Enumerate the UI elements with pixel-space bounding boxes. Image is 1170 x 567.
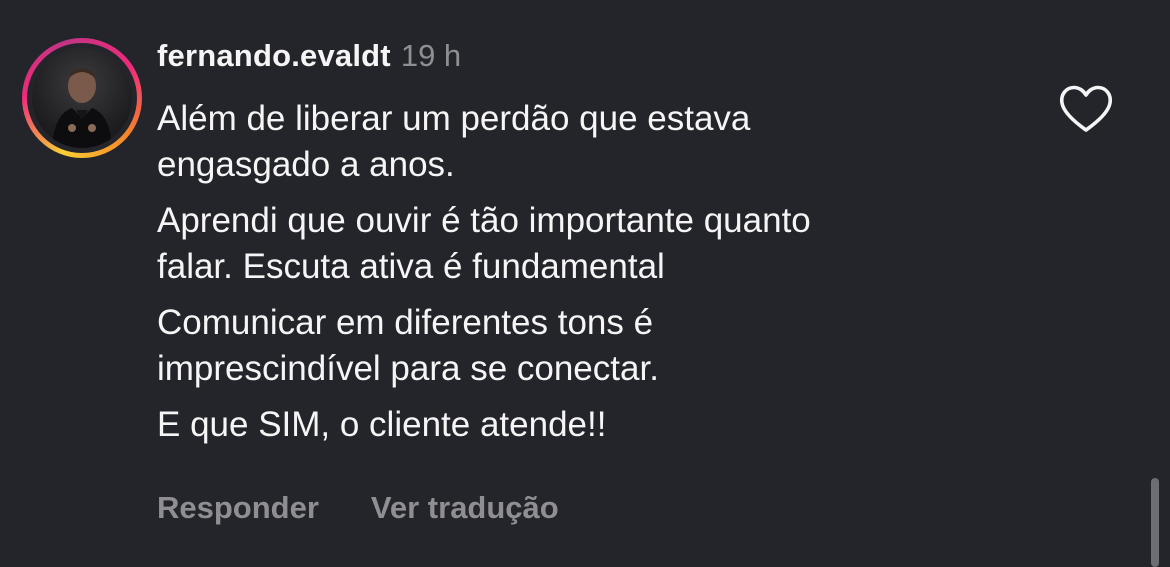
avatar-person-icon <box>52 68 112 148</box>
comment-timestamp: 19 h <box>400 38 462 73</box>
heart-outline-icon <box>1059 85 1113 132</box>
comment-item: fernando.evaldt 19 h Além de liberar um … <box>0 0 1170 567</box>
comment-actions: Responder Ver tradução <box>157 490 611 526</box>
comment-paragraph: E que SIM, o cliente atende!! <box>157 405 607 444</box>
like-button[interactable] <box>1058 84 1114 134</box>
comment-paragraph: Além de liberar um perdão que estava eng… <box>157 99 751 184</box>
comment-paragraph: Comunicar em diferentes tons é imprescin… <box>157 303 659 388</box>
comment-header: fernando.evaldt 19 h <box>157 38 461 82</box>
translate-button[interactable]: Ver tradução <box>371 490 559 526</box>
story-ring[interactable] <box>22 38 142 158</box>
scrollbar-thumb[interactable] <box>1151 478 1159 567</box>
avatar[interactable] <box>32 48 132 148</box>
comment-text: Além de liberar um perdão que estava eng… <box>157 96 1037 458</box>
username-link[interactable]: fernando.evaldt <box>157 38 391 74</box>
reply-button[interactable]: Responder <box>157 490 319 526</box>
comment-paragraph: Aprendi que ouvir é tão importante quant… <box>157 201 811 286</box>
